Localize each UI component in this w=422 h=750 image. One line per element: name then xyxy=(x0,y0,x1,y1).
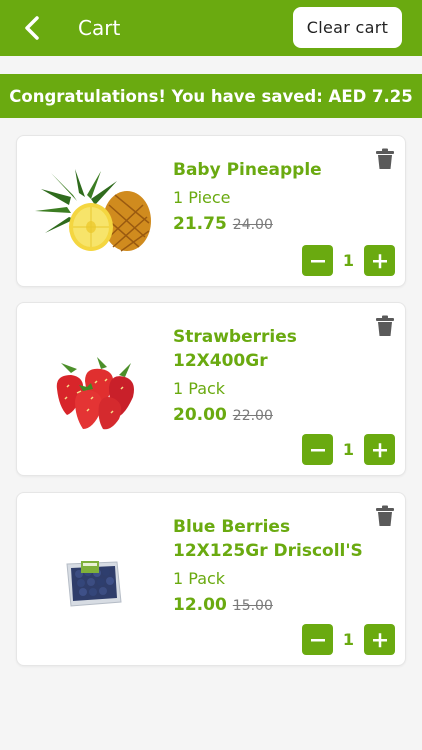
increase-quantity-button[interactable] xyxy=(364,624,395,655)
trash-icon xyxy=(376,505,394,526)
delete-item-button[interactable] xyxy=(375,505,395,527)
cart-item-card: Strawberries 12X400Gr 1 Pack 20.00 22.00… xyxy=(16,302,406,476)
minus-icon xyxy=(310,259,325,262)
price-row: 12.00 15.00 xyxy=(173,595,373,615)
clear-cart-button[interactable]: Clear cart xyxy=(293,7,402,48)
item-name: Blue Berries 12X125Gr Driscoll'S xyxy=(173,517,363,561)
quantity-stepper: 1 xyxy=(302,245,395,276)
chevron-left-icon xyxy=(25,16,39,40)
savings-banner: Congratulations! You have saved: AED 7.2… xyxy=(0,74,422,118)
decrease-quantity-button[interactable] xyxy=(302,434,333,465)
plus-icon xyxy=(372,442,387,457)
delete-item-button[interactable] xyxy=(375,315,395,337)
increase-quantity-button[interactable] xyxy=(364,245,395,276)
item-name: Baby Pineapple xyxy=(173,160,322,180)
decrease-quantity-button[interactable] xyxy=(302,624,333,655)
item-old-price: 22.00 xyxy=(232,408,273,424)
decrease-quantity-button[interactable] xyxy=(302,245,333,276)
cart-item-card: Baby Pineapple 1 Piece 21.75 24.00 1 xyxy=(16,135,406,287)
price-row: 21.75 24.00 xyxy=(173,214,373,234)
quantity-value: 1 xyxy=(342,630,355,649)
quantity-stepper: 1 xyxy=(302,434,395,465)
quantity-stepper: 1 xyxy=(302,624,395,655)
item-unit: 1 Pack xyxy=(173,379,226,398)
minus-icon xyxy=(310,638,325,641)
quantity-value: 1 xyxy=(342,251,355,270)
blueberries-image xyxy=(31,535,155,635)
item-unit: 1 Piece xyxy=(173,188,231,207)
item-price: 21.75 xyxy=(173,214,227,234)
pineapple-image xyxy=(31,162,155,262)
item-info: Blue Berries 12X125Gr Driscoll'S 1 Pack … xyxy=(173,515,373,615)
cart-item-card: Blue Berries 12X125Gr Driscoll'S 1 Pack … xyxy=(16,492,406,666)
quantity-value: 1 xyxy=(342,440,355,459)
item-info: Baby Pineapple 1 Piece 21.75 24.00 xyxy=(173,158,373,234)
strawberries-image xyxy=(31,345,155,445)
item-info: Strawberries 12X400Gr 1 Pack 20.00 22.00 xyxy=(173,325,373,425)
item-price: 20.00 xyxy=(173,405,227,425)
item-name: Strawberries 12X400Gr xyxy=(173,327,297,371)
delete-item-button[interactable] xyxy=(375,148,395,170)
trash-icon xyxy=(376,148,394,169)
page-title: Cart xyxy=(78,16,121,40)
item-old-price: 15.00 xyxy=(232,598,273,614)
plus-icon xyxy=(372,632,387,647)
price-row: 20.00 22.00 xyxy=(173,405,373,425)
item-price: 12.00 xyxy=(173,595,227,615)
trash-icon xyxy=(376,315,394,336)
top-app-bar: Cart Clear cart xyxy=(0,0,422,56)
item-unit: 1 Pack xyxy=(173,569,226,588)
minus-icon xyxy=(310,448,325,451)
plus-icon xyxy=(372,253,387,268)
item-old-price: 24.00 xyxy=(232,217,273,233)
back-button[interactable] xyxy=(14,10,50,46)
increase-quantity-button[interactable] xyxy=(364,434,395,465)
